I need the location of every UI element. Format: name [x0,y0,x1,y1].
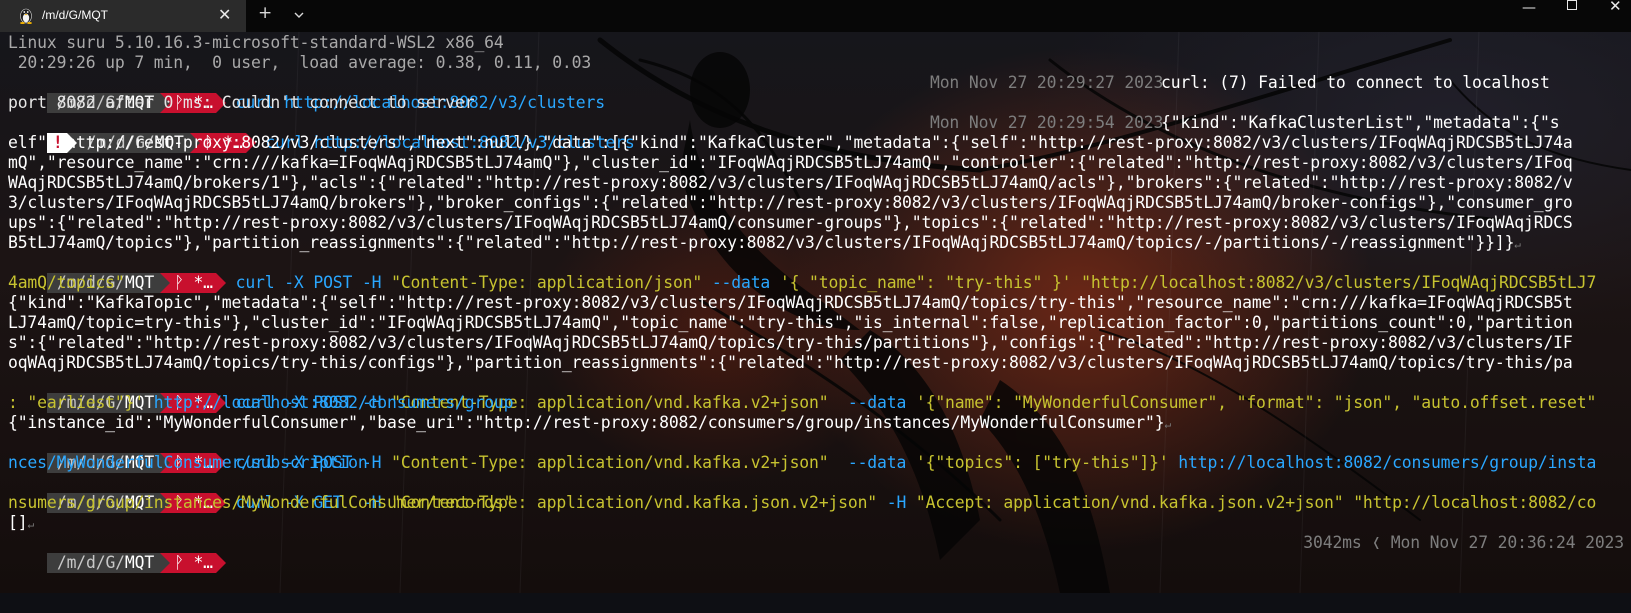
output-line: {"instance_id":"MyWonderfulConsumer","ba… [8,413,1171,432]
command-line-3: /m/d/G/MQT ᚹ *… curl -X POST -H "Content-… [8,253,1624,293]
new-tab-button[interactable]: + [258,3,272,23]
title-bar: /m/d/G/MQT ✕ + — ✕ [0,0,1631,32]
command-timestamp: Mon Nov 27 20:29:27 2023 [930,73,1164,92]
newline-marker-icon: ↵ [27,518,34,531]
command-line-1: /m/d/G/MQT ᚹ *… curl http://localhost:808… [8,73,1624,113]
powerline-separator-icon [215,553,226,573]
output-line: LJ74amQ/topic=try-this"},"cluster_id":"I… [8,313,1573,332]
command-line-2: !/m/d/G/MQT ᚹ *… curl http://localhost:80… [8,113,1624,153]
minimize-button[interactable]: — [1522,0,1536,16]
prompt-directory: /m/d/G/MQT [46,553,161,573]
tab-close-icon[interactable]: ✕ [218,5,231,24]
command-continuation: nsumers/group/instances/MyWonderfulConsu… [8,493,514,512]
newline-marker-icon: ↵ [1514,238,1521,251]
command-line-5: /m/d/G/MQT ᚹ *… curl -X POST -H "Content-… [8,433,1624,473]
command-timestamp: Mon Nov 27 20:29:54 2023 [930,113,1164,132]
output-line: {"kind":"KafkaTopic","metadata":{"self":… [8,293,1573,312]
prompt: /m/d/G/MQT ᚹ *… [46,553,226,573]
command-output: curl: (7) Failed to connect to localhost [1161,73,1550,92]
tab-title: /m/d/G/MQT [42,8,108,22]
command-line-4: /m/d/G/MQT ᚹ *… curl -X POST -H "Content-… [8,373,1624,413]
output-line: ups":{"related":"http://rest-proxy:8082/… [8,213,1573,232]
prompt-git-status: ᚹ *… [170,553,216,573]
output-line: oqWAqjRDCSB5tLJ74amQ/topics/try-this/con… [8,353,1573,372]
output-line: B5tLJ74amQ/topics"},"partition_reassignm… [8,233,1521,252]
command-duration: 3042ms [1303,533,1362,552]
newline-marker-icon: ↵ [1164,418,1171,431]
command-line-6: /m/d/G/MQT ᚹ *… curl -X GET -H "Content-T… [8,473,1624,513]
window-close-button[interactable]: ✕ [1609,0,1622,15]
powerline-separator-icon [160,553,171,573]
output-line: 3/clusters/IFoqWAqjRDCSB5tLJ74amQ/broker… [8,193,1573,212]
current-prompt-line[interactable]: /m/d/G/MQT ᚹ *… 3042ms ❬ Mon Nov 27 20:36… [8,533,1624,573]
chevron-down-icon[interactable] [292,8,306,22]
terminal-output[interactable]: Linux suru 5.10.16.3-microsoft-standard-… [8,32,1624,573]
linux-tux-icon [20,8,32,24]
command-timestamp: Mon Nov 27 20:36:24 2023 [1390,533,1624,552]
command-continuation: 4amQ/topics" [8,273,125,292]
command-output: {"kind":"KafkaClusterList","metadata":{"… [1161,113,1560,132]
command-continuation: : "earliest"}' http://localhost:8082/con… [8,393,514,412]
output-line: WAqjRDCSB5tLJ74amQ/brokers/1"},"acls":{"… [8,173,1573,192]
terminal-tab[interactable]: /m/d/G/MQT ✕ [0,0,246,32]
uptime-line: 20:29:26 up 7 min, 0 user, load average:… [8,53,592,72]
maximize-button[interactable] [1567,0,1577,10]
output-line: port 8082 after 0 ms: Couldn't connect t… [8,93,475,112]
chevron-left-icon: ❬ [1371,533,1382,552]
command-continuation: nces/MyWonderfulConsumer/subscription [8,453,368,472]
last-command-status: 3042ms ❬ Mon Nov 27 20:36:24 2023 [1303,533,1624,553]
output-line: mQ","resource_name":"crn:///kafka=IFoqWA… [8,153,1573,172]
output-line: s":{"related":"http://rest-proxy:8082/v3… [8,333,1573,352]
system-info-line: Linux suru 5.10.16.3-microsoft-standard-… [8,33,504,52]
output-line: []↵ [8,513,34,532]
output-line: elf":"http://rest-proxy:8082/v3/clusters… [8,133,1573,152]
